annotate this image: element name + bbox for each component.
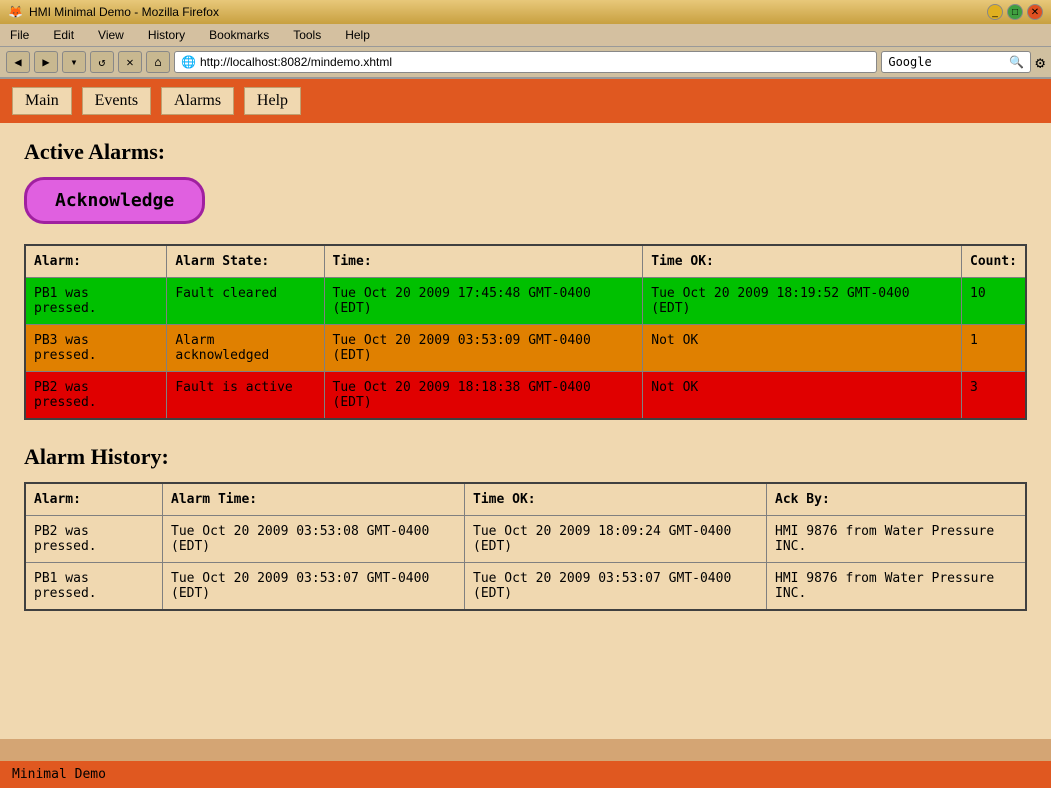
alarm-cell: PB1 was pressed. [25, 278, 167, 325]
title-bar: 🦊 HMI Minimal Demo - Mozilla Firefox _ □… [0, 0, 1051, 24]
firefox-icon: 🦊 [8, 5, 23, 19]
url-text: http://localhost:8082/mindemo.xhtml [200, 55, 392, 69]
search-icon: 🔍 [1009, 55, 1024, 69]
hist-col-alarm: Alarm: [25, 483, 163, 516]
alarm-count-cell: 1 [962, 325, 1027, 372]
tools-icon[interactable]: ⚙ [1035, 53, 1045, 72]
hist-alarm-cell: PB1 was pressed. [25, 563, 163, 611]
reload-button[interactable]: ↺ [90, 51, 114, 73]
hist-time-ok-cell: Tue Oct 20 2009 18:09:24 GMT-0400 (EDT) [465, 516, 767, 563]
menu-help[interactable]: Help [339, 26, 376, 44]
hist-col-time-ok: Time OK: [465, 483, 767, 516]
footer-label: Minimal Demo [12, 767, 106, 782]
top-navigation: Main Events Alarms Help [0, 79, 1051, 123]
alarm-time-ok-cell: Not OK [643, 372, 962, 420]
back-button[interactable]: ◀ [6, 51, 30, 73]
minimize-button[interactable]: _ [987, 4, 1003, 20]
url-icon: 🌐 [181, 55, 196, 69]
nav-bar: ◀ ▶ ▾ ↺ ✕ ⌂ 🌐 http://localhost:8082/mind… [0, 47, 1051, 78]
close-button[interactable]: ✕ [1027, 4, 1043, 20]
url-bar[interactable]: 🌐 http://localhost:8082/mindemo.xhtml [174, 51, 877, 73]
page-content: Main Events Alarms Help Active Alarms: A… [0, 79, 1051, 739]
menu-edit[interactable]: Edit [47, 26, 80, 44]
content-area: Active Alarms: Acknowledge Alarm: Alarm … [0, 123, 1051, 651]
hist-alarm-time-cell: Tue Oct 20 2009 03:53:07 GMT-0400 (EDT) [163, 563, 465, 611]
menu-bar: File Edit View History Bookmarks Tools H… [0, 24, 1051, 47]
footer: Minimal Demo [0, 761, 1051, 788]
col-alarm: Alarm: [25, 245, 167, 278]
alarm-history-title: Alarm History: [24, 444, 1027, 470]
alarm-cell: PB3 was pressed. [25, 325, 167, 372]
home-button[interactable]: ⌂ [146, 51, 170, 73]
search-placeholder: Google [888, 55, 931, 69]
menu-bookmarks[interactable]: Bookmarks [203, 26, 275, 44]
maximize-button[interactable]: □ [1007, 4, 1023, 20]
alarm-time-cell: Tue Oct 20 2009 17:45:48 GMT-0400 (EDT) [324, 278, 643, 325]
menu-history[interactable]: History [142, 26, 191, 44]
table-row: PB2 was pressed.Tue Oct 20 2009 03:53:08… [25, 516, 1026, 563]
hist-time-ok-cell: Tue Oct 20 2009 03:53:07 GMT-0400 (EDT) [465, 563, 767, 611]
alarm-state-cell: Fault is active [167, 372, 324, 420]
tab-main[interactable]: Main [12, 87, 72, 115]
menu-file[interactable]: File [4, 26, 35, 44]
table-row: PB3 was pressed.Alarm acknowledgedTue Oc… [25, 325, 1026, 372]
active-alarms-table: Alarm: Alarm State: Time: Time OK: Count… [24, 244, 1027, 420]
table-row: PB1 was pressed.Tue Oct 20 2009 03:53:07… [25, 563, 1026, 611]
alarm-history-table: Alarm: Alarm Time: Time OK: Ack By: PB2 … [24, 482, 1027, 611]
tab-alarms[interactable]: Alarms [161, 87, 234, 115]
active-alarms-title: Active Alarms: [24, 139, 1027, 165]
stop-button[interactable]: ✕ [118, 51, 142, 73]
forward-button[interactable]: ▶ [34, 51, 58, 73]
menu-view[interactable]: View [92, 26, 130, 44]
alarm-state-cell: Fault cleared [167, 278, 324, 325]
col-alarm-state: Alarm State: [167, 245, 324, 278]
acknowledge-button[interactable]: Acknowledge [24, 177, 205, 224]
hist-alarm-cell: PB2 was pressed. [25, 516, 163, 563]
search-bar[interactable]: Google 🔍 [881, 51, 1031, 73]
alarm-time-ok-cell: Tue Oct 20 2009 18:19:52 GMT-0400 (EDT) [643, 278, 962, 325]
tab-events[interactable]: Events [82, 87, 152, 115]
hist-col-ack-by: Ack By: [767, 483, 1027, 516]
alarm-count-cell: 3 [962, 372, 1027, 420]
table-row: PB2 was pressed.Fault is activeTue Oct 2… [25, 372, 1026, 420]
col-count: Count: [962, 245, 1027, 278]
alarm-time-cell: Tue Oct 20 2009 18:18:38 GMT-0400 (EDT) [324, 372, 643, 420]
hist-alarm-time-cell: Tue Oct 20 2009 03:53:08 GMT-0400 (EDT) [163, 516, 465, 563]
col-time-ok: Time OK: [643, 245, 962, 278]
alarm-cell: PB2 was pressed. [25, 372, 167, 420]
tab-help[interactable]: Help [244, 87, 301, 115]
alarm-state-cell: Alarm acknowledged [167, 325, 324, 372]
alarm-count-cell: 10 [962, 278, 1027, 325]
menu-tools[interactable]: Tools [287, 26, 327, 44]
dropdown-button[interactable]: ▾ [62, 51, 86, 73]
alarm-time-ok-cell: Not OK [643, 325, 962, 372]
col-time: Time: [324, 245, 643, 278]
browser-chrome: 🦊 HMI Minimal Demo - Mozilla Firefox _ □… [0, 0, 1051, 79]
window-title: HMI Minimal Demo - Mozilla Firefox [29, 5, 219, 19]
hist-col-alarm-time: Alarm Time: [163, 483, 465, 516]
table-row: PB1 was pressed.Fault clearedTue Oct 20 … [25, 278, 1026, 325]
hist-ack-by-cell: HMI 9876 from Water Pressure INC. [767, 563, 1027, 611]
hist-ack-by-cell: HMI 9876 from Water Pressure INC. [767, 516, 1027, 563]
alarm-time-cell: Tue Oct 20 2009 03:53:09 GMT-0400 (EDT) [324, 325, 643, 372]
